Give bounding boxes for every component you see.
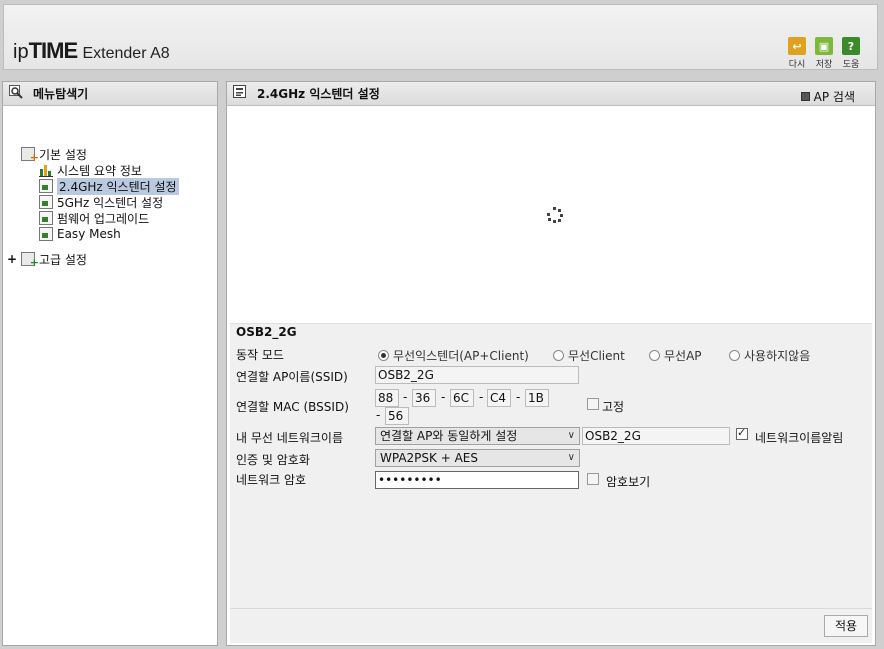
help-button[interactable]: ? 도움 [839, 37, 863, 70]
mac-separator: - [479, 390, 484, 404]
radio-unselected [649, 350, 660, 361]
mac-separator: - [516, 390, 521, 404]
bar-chart-icon [39, 163, 53, 177]
mesh-page-icon [39, 227, 53, 241]
mac-separator: - [403, 390, 408, 404]
mac-fixed-label: 고정 [602, 400, 625, 414]
mode-radio-extender[interactable]: 무선익스텐더(AP+Client) [378, 347, 529, 364]
ssid-input[interactable]: OSB2_2G [375, 366, 579, 384]
ap-search-button[interactable]: AP 검색 [800, 88, 855, 105]
form-footer: 적용 [230, 608, 872, 643]
auth-label: 인증 및 암호화 [236, 453, 310, 467]
settings-title-bar: 2.4GHz 익스텐더 설정 AP 검색 [227, 82, 875, 106]
folder-plus-icon [21, 252, 39, 269]
radio-selected [378, 350, 389, 361]
mac-octet-5[interactable]: 1B [525, 389, 549, 407]
mac-octet-4[interactable]: C4 [487, 389, 511, 407]
auth-select[interactable]: WPA2PSK + AES ∨ [375, 449, 580, 467]
settings-form: 동작 모드 무선익스텐더(AP+Client) 무선Client 무선AP 사용… [230, 340, 872, 608]
mac-octet-6[interactable]: 56 [385, 407, 409, 425]
page-title: 2.4GHz 익스텐더 설정 [257, 87, 380, 101]
wifi-page-icon [39, 179, 53, 193]
ssid-section-header: OSB2_2G [230, 323, 872, 340]
undo-button[interactable]: ↩ 다시 [785, 37, 809, 70]
tree-item-easy-mesh[interactable]: Easy Mesh [39, 226, 121, 242]
mac-fixed-checkbox[interactable] [587, 398, 599, 410]
loading-spinner-icon [547, 207, 563, 223]
radio-unselected [553, 350, 564, 361]
apply-button[interactable]: 적용 [824, 615, 868, 637]
mac-separator: - [441, 390, 446, 404]
tree-item-24ghz-extender[interactable]: 2.4GHz 익스텐더 설정 [39, 177, 179, 195]
chevron-down-icon: ∨ [567, 452, 575, 463]
mode-radio-disabled[interactable]: 사용하지않음 [729, 347, 810, 364]
show-password-checkbox[interactable] [587, 473, 599, 485]
tree-item-system-summary[interactable]: 시스템 요약 정보 [39, 162, 142, 178]
my-network-select[interactable]: 연결할 AP와 동일하게 설정 ∨ [375, 427, 580, 445]
mac-label: 연결할 MAC (BSSID) [236, 400, 349, 414]
my-network-label: 내 무선 네트워크이름 [236, 431, 343, 445]
broadcast-ssid-checkbox[interactable] [736, 426, 748, 440]
mac-octet-2[interactable]: 36 [412, 389, 436, 407]
tree-item-firmware-upgrade[interactable]: 펌웨어 업그레이드 [39, 210, 149, 226]
show-password-label: 암호보기 [606, 475, 651, 489]
ssid-label: 연결할 AP이름(SSID) [236, 370, 348, 384]
magnifier-icon [9, 85, 23, 102]
password-input[interactable]: ••••••••• [375, 471, 579, 489]
app-header: ipTIME Extender A8 ↩ 다시 ▣ 저장 ? 도움 [3, 4, 878, 70]
menu-explorer-title-bar: 메뉴탐색기 [3, 82, 217, 106]
upgrade-page-icon [39, 211, 53, 225]
wifi-page-icon [39, 195, 53, 209]
broadcast-ssid-label: 네트워크이름알림 [755, 431, 844, 445]
save-button[interactable]: ▣ 저장 [812, 37, 836, 70]
product-name: Extender A8 [82, 45, 170, 62]
settings-panel: 2.4GHz 익스텐더 설정 AP 검색 OSB2_2G 동작 모드 무선익스텐… [226, 81, 876, 646]
undo-icon: ↩ [788, 37, 806, 55]
radio-unselected [729, 350, 740, 361]
menu-explorer-panel: 메뉴탐색기 기본 설정 시스템 요약 정보 2.4GHz 익스텐더 설정 5GH… [2, 81, 218, 646]
folder-plus-icon [21, 147, 39, 164]
save-icon: ▣ [815, 37, 833, 55]
ap-search-icon [800, 92, 810, 101]
my-network-name-input[interactable]: OSB2_2G [582, 427, 730, 445]
expand-toggle[interactable]: + [7, 252, 21, 266]
mode-label: 동작 모드 [236, 348, 284, 362]
mac-octet-1[interactable]: 88 [375, 389, 399, 407]
password-label: 네트워크 암호 [236, 473, 307, 487]
help-icon: ? [842, 37, 860, 55]
document-icon [233, 85, 247, 102]
tree-node-advanced-settings[interactable]: + 고급 설정 [7, 251, 87, 269]
chevron-down-icon: ∨ [567, 430, 575, 441]
mode-radio-client[interactable]: 무선Client [553, 347, 625, 364]
iptime-logo: ipTIME Extender A8 [13, 38, 170, 63]
mac-separator: - [376, 408, 381, 422]
tree-node-basic-settings[interactable]: 기본 설정 [21, 146, 87, 164]
mac-octet-3[interactable]: 6C [450, 389, 474, 407]
mode-radio-ap[interactable]: 무선AP [649, 347, 702, 364]
tree-item-5ghz-extender[interactable]: 5GHz 익스텐더 설정 [39, 194, 163, 210]
